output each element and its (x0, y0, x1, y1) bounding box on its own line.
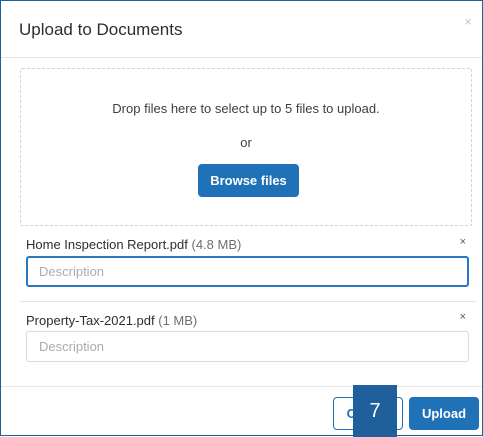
file-name-home-inspection: Home Inspection Report.pdf (4.8 MB) (26, 237, 241, 252)
dropzone-instruction: Drop files here to select up to 5 files … (112, 101, 380, 116)
file-dropzone[interactable]: Drop files here to select up to 5 files … (20, 68, 472, 226)
step-number-badge: 7 (353, 385, 397, 437)
upload-button[interactable]: Upload (409, 397, 479, 430)
file-name: Property-Tax-2021.pdf (26, 313, 155, 328)
file-size: (4.8 MB) (191, 237, 242, 252)
file-divider (20, 301, 476, 302)
dialog-title: Upload to Documents (19, 20, 183, 39)
close-icon[interactable]: × (464, 14, 472, 29)
file-size: (1 MB) (158, 313, 198, 328)
remove-file-icon[interactable]: × (460, 236, 466, 248)
browse-files-button[interactable]: Browse files (198, 164, 299, 197)
dialog-header: Upload to Documents × (1, 1, 482, 58)
file-name: Home Inspection Report.pdf (26, 237, 188, 252)
file-name-property-tax: Property-Tax-2021.pdf (1 MB) (26, 313, 197, 328)
description-input-property-tax[interactable] (26, 331, 469, 362)
dropzone-or-text: or (240, 135, 252, 150)
description-input-home-inspection[interactable] (26, 256, 469, 287)
remove-file-icon[interactable]: × (460, 311, 466, 323)
upload-dialog: Upload to Documents × Drop files here to… (0, 0, 483, 437)
footer-divider (1, 386, 482, 387)
